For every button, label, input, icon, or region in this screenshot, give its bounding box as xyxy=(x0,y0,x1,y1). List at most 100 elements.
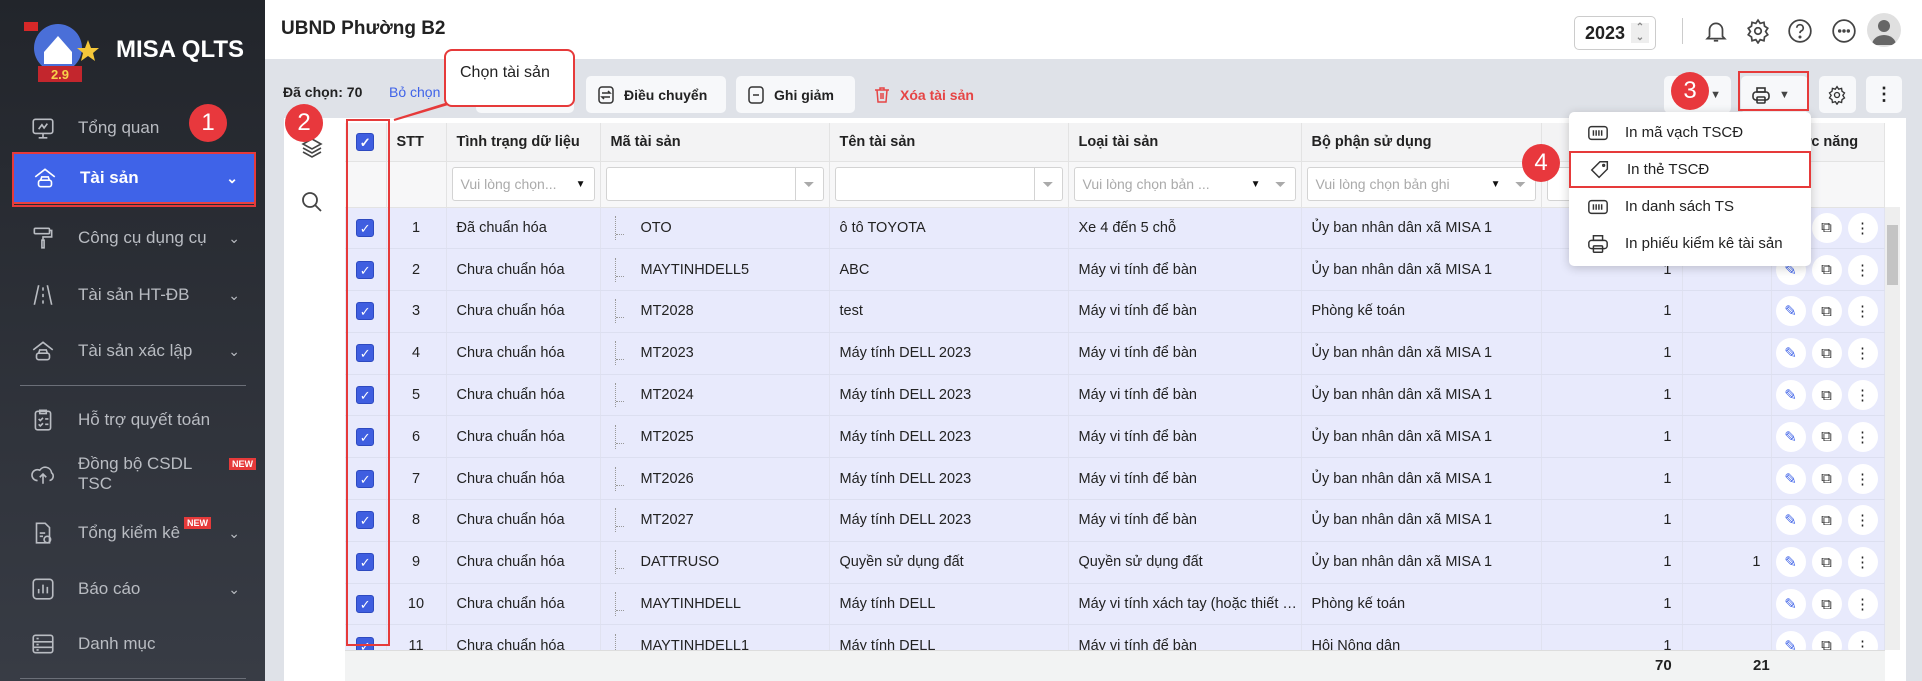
table-row[interactable]: ✓ 9 Chưa chuẩn hóa DATTRUSO Quyền sử dụn… xyxy=(345,541,1885,584)
sidebar-item-5[interactable]: Hỗ trợ quyết toán xyxy=(12,394,256,446)
copy-icon[interactable]: ⧉ xyxy=(1811,505,1842,536)
more-vertical-icon[interactable]: ⋮ xyxy=(1847,630,1878,650)
sidebar-item-2[interactable]: Công cụ dụng cụ ⌄ xyxy=(12,212,256,264)
print-menu-item-1[interactable]: In thẻ TSCĐ xyxy=(1569,151,1811,188)
cell-name: Máy tính DELL xyxy=(829,624,1069,650)
chevron-down-icon[interactable]: ⌄ xyxy=(228,525,240,542)
year-value: 2023 xyxy=(1585,23,1626,43)
delete-asset-button[interactable]: Xóa tài sản xyxy=(862,76,984,113)
copy-icon[interactable]: ⧉ xyxy=(1811,296,1842,327)
edit-icon[interactable]: ✎ xyxy=(1775,296,1806,327)
sidebar-item-4[interactable]: Tài sản xác lập ⌄ xyxy=(12,325,256,377)
more-vertical-icon[interactable]: ⋮ xyxy=(1847,380,1878,411)
column-header[interactable]: STT xyxy=(386,123,447,162)
copy-icon[interactable]: ⧉ xyxy=(1811,380,1842,411)
house-car-icon xyxy=(32,341,54,361)
cell-qty: 1 xyxy=(1541,332,1683,375)
filter-icon[interactable]: ⏷ xyxy=(794,168,823,200)
bell-icon[interactable] xyxy=(1703,18,1729,44)
copy-icon[interactable]: ⧉ xyxy=(1811,254,1842,285)
chevron-down-icon[interactable]: ⌄ xyxy=(228,581,240,598)
copy-icon[interactable]: ⧉ xyxy=(1811,589,1842,620)
copy-icon[interactable]: ⧉ xyxy=(1811,338,1842,369)
status-filter-select[interactable]: Vui lòng chọn... ▼ xyxy=(451,167,595,201)
search-icon[interactable] xyxy=(300,190,324,214)
type-filter-select[interactable]: Vui lòng chọn bản ... ▼ ⏷ xyxy=(1073,167,1296,201)
more-circle-icon[interactable] xyxy=(1831,18,1857,44)
copy-icon[interactable]: ⧉ xyxy=(1811,421,1842,452)
cell-status: Chưa chuẩn hóa xyxy=(446,248,601,292)
table-row[interactable]: ✓ 4 Chưa chuẩn hóa MT2023 Máy tính DELL … xyxy=(345,332,1885,375)
column-header[interactable]: Mã tài sản xyxy=(600,123,830,162)
edit-icon[interactable]: ✎ xyxy=(1775,421,1806,452)
column-header[interactable]: Loại tài sản xyxy=(1068,123,1302,162)
more-options-button[interactable]: ⋮ xyxy=(1866,76,1902,113)
avatar[interactable] xyxy=(1867,13,1901,47)
more-vertical-icon[interactable]: ⋮ xyxy=(1847,212,1878,243)
chevron-down-icon[interactable]: ⌄ xyxy=(228,287,240,304)
more-vertical-icon[interactable]: ⋮ xyxy=(1847,463,1878,494)
column-header[interactable]: Tình trạng dữ liệu xyxy=(446,123,601,162)
filter-icon[interactable]: ⏷ xyxy=(1267,168,1295,200)
edit-icon[interactable]: ✎ xyxy=(1775,589,1806,620)
table-row[interactable]: ✓ 5 Chưa chuẩn hóa MT2024 Máy tính DELL … xyxy=(345,374,1885,417)
cell-name: Máy tính DELL 2023 xyxy=(829,457,1069,501)
cell-qty2 xyxy=(1682,624,1772,650)
transfer-button[interactable]: Điều chuyển xyxy=(586,76,726,113)
copy-icon[interactable]: ⧉ xyxy=(1811,463,1842,494)
name-filter-input[interactable]: ⏷ xyxy=(834,167,1063,201)
stepper-arrows-icon[interactable]: ⌃ ⌄ xyxy=(1631,23,1649,43)
sidebar-item-3[interactable]: Tài sản HT-ĐB ⌄ xyxy=(12,269,256,321)
sidebar-item-6[interactable]: Đồng bộ CSDL TSC NEW xyxy=(12,448,256,500)
deselect-link[interactable]: Bỏ chọn xyxy=(389,84,440,100)
chevron-down-icon[interactable]: ⌄ xyxy=(228,230,240,247)
more-vertical-icon[interactable]: ⋮ xyxy=(1847,589,1878,620)
minus-box-icon xyxy=(748,85,764,104)
column-header[interactable]: Tên tài sản xyxy=(829,123,1069,162)
sidebar-item-9[interactable]: Danh mục xyxy=(12,618,256,670)
dept-filter-select[interactable]: Vui lòng chọn bản ghi ▼ ⏷ xyxy=(1306,167,1536,201)
chevron-down-icon[interactable]: ⌄ xyxy=(228,343,240,360)
edit-icon[interactable]: ✎ xyxy=(1775,505,1806,536)
copy-icon[interactable]: ⧉ xyxy=(1811,212,1842,243)
more-vertical-icon[interactable]: ⋮ xyxy=(1847,547,1878,578)
more-vertical-icon[interactable]: ⋮ xyxy=(1847,254,1878,285)
more-vertical-icon[interactable]: ⋮ xyxy=(1847,296,1878,327)
reduce-button[interactable]: Ghi giảm xyxy=(736,76,855,113)
sidebar-item-7[interactable]: Tổng kiểm kê NEW ⌄ xyxy=(12,507,256,559)
more-vertical-icon[interactable]: ⋮ xyxy=(1847,421,1878,452)
filter-icon[interactable]: ⏷ xyxy=(1033,168,1062,200)
cell-qty2 xyxy=(1682,332,1772,375)
print-menu-item-0[interactable]: In mã vạch TSCĐ xyxy=(1569,114,1811,151)
settings-button[interactable] xyxy=(1819,76,1856,113)
cell-status: Đã chuẩn hóa xyxy=(446,207,601,250)
print-menu-item-3[interactable]: In phiếu kiểm kê tài sản xyxy=(1569,225,1811,262)
table-row[interactable]: ✓ 8 Chưa chuẩn hóa MT2027 Máy tính DELL … xyxy=(345,499,1885,542)
sidebar-item-label: Tài sản HT-ĐB xyxy=(78,285,190,304)
copy-icon[interactable]: ⧉ xyxy=(1811,630,1842,650)
gear-icon[interactable] xyxy=(1745,18,1771,44)
edit-icon[interactable]: ✎ xyxy=(1775,630,1806,650)
cell-stt: 3 xyxy=(386,290,447,333)
edit-icon[interactable]: ✎ xyxy=(1775,463,1806,494)
edit-icon[interactable]: ✎ xyxy=(1775,380,1806,411)
copy-icon[interactable]: ⧉ xyxy=(1811,547,1842,578)
print-menu-item-2[interactable]: In danh sách TS xyxy=(1569,188,1811,225)
more-vertical-icon[interactable]: ⋮ xyxy=(1847,505,1878,536)
sidebar-item-label: Danh mục xyxy=(78,634,156,653)
code-filter-input[interactable]: ⏷ xyxy=(605,167,824,201)
vertical-scrollbar[interactable] xyxy=(1885,207,1900,650)
year-stepper[interactable]: 2023 ⌃ ⌄ xyxy=(1574,16,1656,50)
sidebar-item-8[interactable]: Báo cáo ⌄ xyxy=(12,563,256,615)
edit-icon[interactable]: ✎ xyxy=(1775,547,1806,578)
column-header[interactable]: Bộ phận sử dụng xyxy=(1301,123,1542,162)
more-vertical-icon[interactable]: ⋮ xyxy=(1847,338,1878,369)
table-row[interactable]: ✓ 7 Chưa chuẩn hóa MT2026 Máy tính DELL … xyxy=(345,457,1885,501)
edit-icon[interactable]: ✎ xyxy=(1775,338,1806,369)
table-row[interactable]: ✓ 10 Chưa chuẩn hóa MAYTINHDELL Máy tính… xyxy=(345,583,1885,626)
table-row[interactable]: ✓ 6 Chưa chuẩn hóa MT2025 Máy tính DELL … xyxy=(345,415,1885,459)
table-row[interactable]: ✓ 11 Chưa chuẩn hóa MAYTINHDELL1 Máy tín… xyxy=(345,624,1885,650)
help-icon[interactable] xyxy=(1787,18,1813,44)
table-row[interactable]: ✓ 3 Chưa chuẩn hóa MT2028 test Máy vi tí… xyxy=(345,290,1885,333)
delete-label: Xóa tài sản xyxy=(900,86,974,103)
